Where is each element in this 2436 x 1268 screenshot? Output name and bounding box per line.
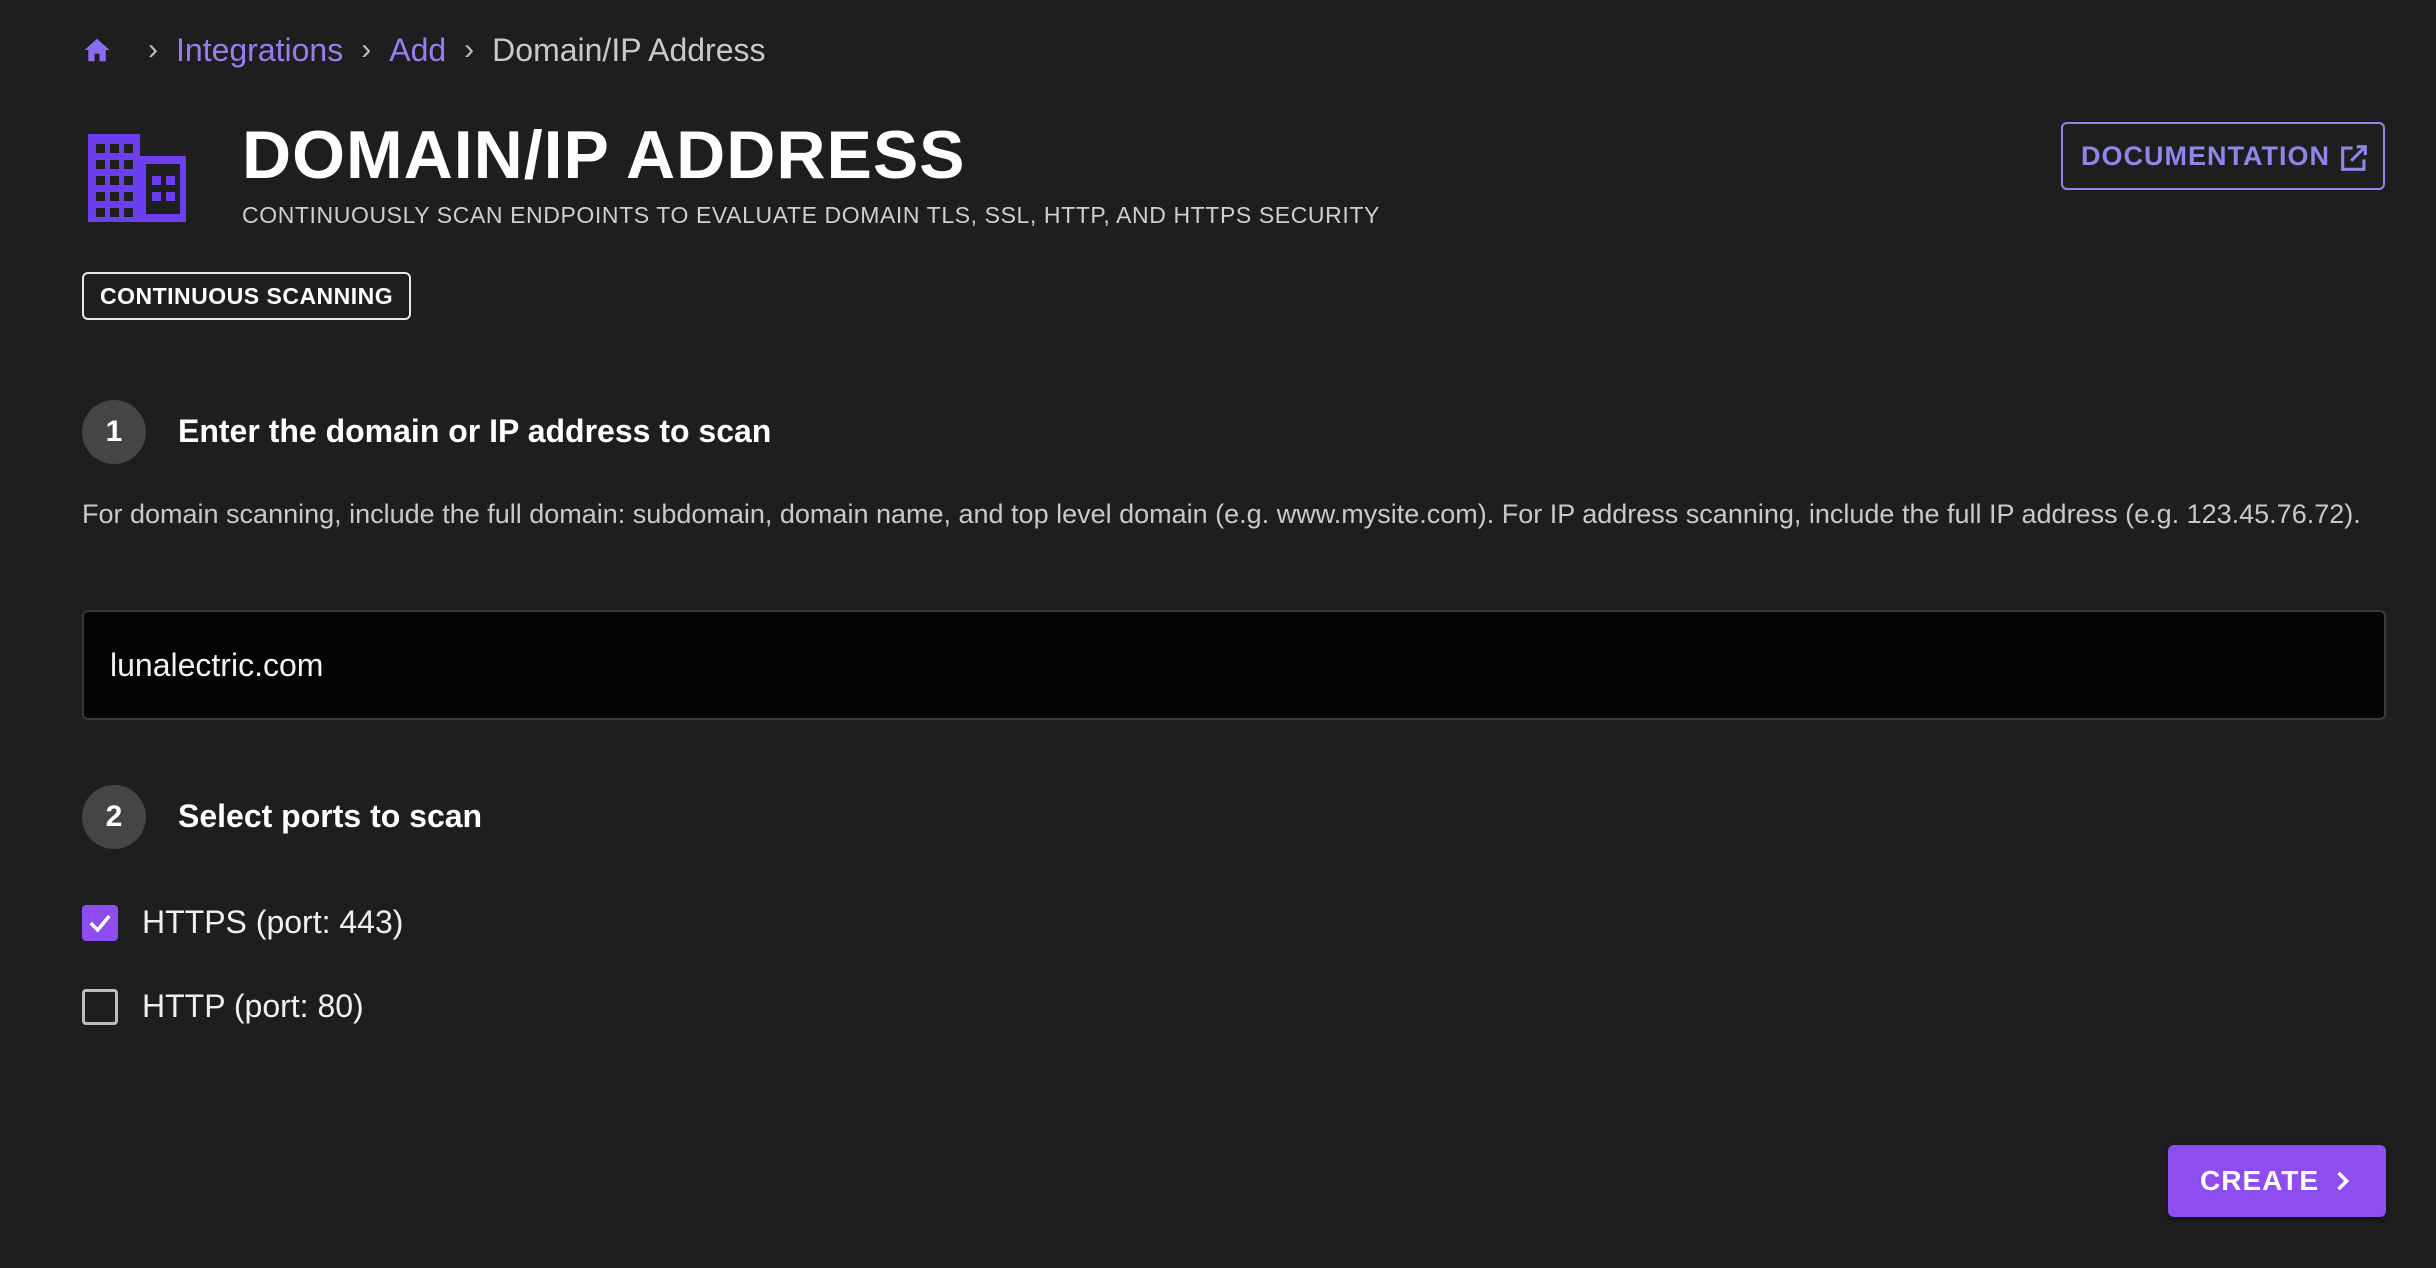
continuous-scanning-badge: CONTINUOUS SCANNING [82,272,412,320]
breadcrumb: › Integrations › Add › Domain/IP Address [82,26,765,74]
step-1-help-text: For domain scanning, include the full do… [82,499,2361,529]
step-2-title: Select ports to scan [178,798,483,834]
http-port-label: HTTP (port: 80) [142,988,364,1024]
create-button[interactable]: CREATE [2168,1145,2386,1217]
page: › Integrations › Add › Domain/IP Address [0,0,2436,1268]
building-icon [88,134,186,222]
https-port-label: HTTPS (port: 443) [142,904,404,940]
create-label: CREATE [2200,1165,2320,1196]
http-checkbox[interactable] [82,988,118,1025]
domain-input[interactable] [82,610,2386,720]
external-link-icon [2337,141,2371,175]
step-1-number: 1 [82,400,146,464]
step-1-title: Enter the domain or IP address to scan [178,413,772,449]
page-subtitle: CONTINUOUSLY SCAN ENDPOINTS TO EVALUATE … [242,202,1380,228]
home-icon[interactable] [82,35,112,65]
step-2-number: 2 [82,785,146,849]
breadcrumb-integrations-link[interactable]: Integrations [176,32,343,69]
documentation-button[interactable]: DOCUMENTATION [2061,122,2385,190]
https-checkbox[interactable] [82,904,118,941]
chevron-right-icon [2328,1167,2356,1195]
breadcrumb-current: Domain/IP Address [492,31,766,68]
breadcrumb-separator: › [148,33,158,66]
http-port-option[interactable]: HTTP (port: 80) [82,988,364,1025]
page-title: DOMAIN/IP ADDRESS [242,117,966,193]
documentation-label: DOCUMENTATION [2081,140,2330,171]
https-port-option[interactable]: HTTPS (port: 443) [82,904,403,941]
breadcrumb-separator: › [464,33,475,66]
breadcrumb-add-link[interactable]: Add [389,32,446,69]
breadcrumb-separator: › [361,33,372,66]
